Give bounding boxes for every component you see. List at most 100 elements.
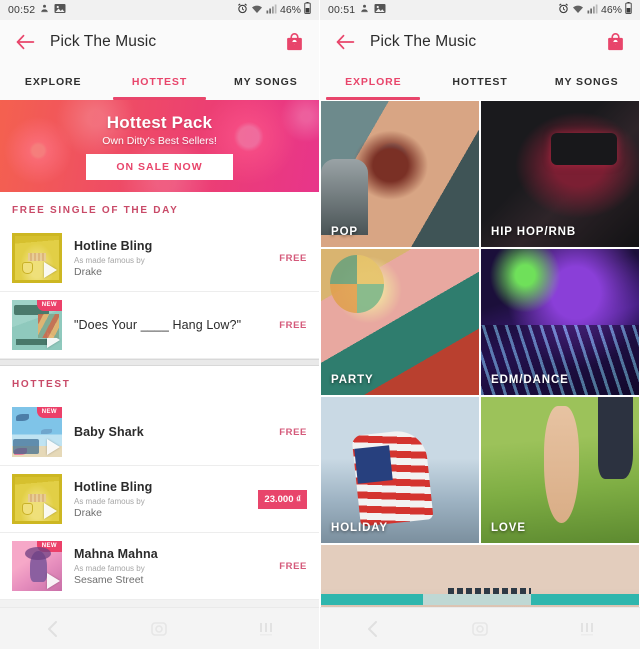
song-artist: Sesame Street: [74, 573, 144, 586]
recents-nav-icon[interactable]: [213, 621, 319, 637]
song-thumbnail: NEW: [12, 407, 62, 457]
home-nav-icon[interactable]: [106, 621, 212, 637]
list-item[interactable]: NEW "Does Your ____ Hang Low?" FREE: [0, 292, 319, 359]
category-tile-partial[interactable]: [320, 544, 640, 607]
category-grid: POP HIP HOP/RNB PARTY EDM/DANCE HOLIDAY …: [320, 100, 640, 607]
song-thumbnail: NEW: [12, 300, 62, 350]
promo-banner[interactable]: Hottest Pack Own Ditty's Best Sellers! O…: [0, 100, 319, 192]
signal-icon: [266, 1, 277, 19]
song-famous-by: As made famous by: [74, 255, 145, 265]
app-bar: Pick The Music: [0, 20, 319, 64]
tab-explore[interactable]: EXPLORE: [0, 64, 106, 100]
new-badge: NEW: [36, 300, 62, 311]
system-nav-bar: [320, 607, 640, 649]
category-label: HIP HOP/RNB: [491, 226, 577, 238]
play-icon: [47, 439, 60, 455]
play-icon: [47, 573, 60, 589]
list-item[interactable]: Hotline Bling As made famous by Drake 23…: [0, 466, 319, 533]
list-item[interactable]: NEW Mahna Mahna As made famous by Sesame…: [0, 533, 319, 600]
song-thumbnail: [12, 474, 62, 524]
wifi-icon: [251, 1, 263, 19]
category-tile-hip-hop-rnb[interactable]: HIP HOP/RNB: [480, 100, 640, 248]
song-thumbnail: [12, 233, 62, 283]
banner-subtitle: Own Ditty's Best Sellers!: [102, 134, 217, 147]
play-icon: [44, 262, 57, 278]
status-bar-left: 00:52: [8, 1, 66, 19]
song-title: Mahna Mahna: [74, 546, 158, 561]
category-tile-love[interactable]: LOVE: [480, 396, 640, 544]
tab-my-songs[interactable]: MY SONGS: [213, 64, 319, 100]
status-bar-right: 46%: [558, 1, 632, 19]
signal-icon: [587, 1, 598, 19]
song-price-badge[interactable]: 23.000 ₫: [258, 489, 307, 509]
status-bar-left: 00:51: [328, 1, 386, 19]
song-title: Hotline Bling: [74, 479, 153, 494]
free-single-list: Hotline Bling As made famous by Drake FR…: [0, 225, 319, 359]
song-price: FREE: [279, 560, 307, 572]
recents-nav-icon[interactable]: [533, 621, 640, 637]
banner-title: Hottest Pack: [106, 112, 213, 132]
new-badge: NEW: [36, 541, 62, 552]
shopping-bag-icon[interactable]: [283, 31, 305, 53]
status-bar: 00:51 46%: [320, 0, 640, 20]
song-artist: Drake: [74, 506, 103, 519]
new-badge: NEW: [36, 407, 62, 418]
section-heading-hottest: HOTTEST: [0, 366, 319, 399]
section-heading-free-single: FREE SINGLE OF THE DAY: [0, 192, 319, 225]
song-meta: Baby Shark: [62, 425, 273, 439]
song-artist: Drake: [74, 265, 103, 278]
category-label: HOLIDAY: [331, 522, 388, 534]
category-label: POP: [331, 226, 358, 238]
alarm-icon: [237, 1, 248, 19]
list-item[interactable]: NEW Baby Shark FREE: [0, 399, 319, 466]
song-price: FREE: [279, 426, 307, 438]
wifi-icon: [572, 1, 584, 19]
page-title: Pick The Music: [370, 33, 477, 50]
on-sale-now-button[interactable]: ON SALE NOW: [86, 153, 233, 180]
system-nav-bar: [0, 607, 319, 649]
hottest-list: NEW Baby Shark FREE Hotline Bling As mad…: [0, 399, 319, 600]
tab-bar: EXPLORE HOTTEST MY SONGS: [0, 64, 319, 100]
category-label: EDM/DANCE: [491, 374, 569, 386]
tab-explore[interactable]: EXPLORE: [320, 64, 427, 100]
song-meta: "Does Your ____ Hang Low?": [62, 318, 273, 332]
song-meta: Hotline Bling As made famous by Drake: [62, 480, 258, 519]
category-label: LOVE: [491, 522, 526, 534]
status-bar: 00:52 46%: [0, 0, 319, 20]
song-title: "Does Your ____ Hang Low?": [74, 318, 242, 332]
hottest-content: Hottest Pack Own Ditty's Best Sellers! O…: [0, 100, 319, 607]
status-time: 00:52: [8, 4, 36, 16]
gallery-icon: [54, 1, 66, 19]
category-tile-pop[interactable]: POP: [320, 100, 480, 248]
category-tile-holiday[interactable]: HOLIDAY: [320, 396, 480, 544]
back-nav-icon[interactable]: [320, 620, 427, 637]
page-title: Pick The Music: [50, 33, 157, 50]
tab-hottest[interactable]: HOTTEST: [427, 64, 534, 100]
battery-percent: 46%: [600, 4, 622, 16]
shopping-bag-icon[interactable]: [604, 31, 626, 53]
battery-icon: [625, 1, 632, 19]
tab-my-songs[interactable]: MY SONGS: [533, 64, 640, 100]
battery-icon: [304, 1, 311, 19]
app-bar: Pick The Music: [320, 20, 640, 64]
category-tile-edm-dance[interactable]: EDM/DANCE: [480, 248, 640, 396]
back-nav-icon[interactable]: [0, 620, 106, 637]
song-title: Baby Shark: [74, 425, 144, 439]
home-nav-icon[interactable]: [427, 621, 534, 637]
back-arrow-icon[interactable]: [14, 31, 36, 53]
song-thumbnail: NEW: [12, 541, 62, 591]
screenshot-root: 00:52 46% Pick The Music EXPLORE HOTTEST…: [0, 0, 640, 649]
back-arrow-icon[interactable]: [334, 31, 356, 53]
list-item[interactable]: Hotline Bling As made famous by Drake FR…: [0, 225, 319, 292]
song-famous-by: As made famous by: [74, 496, 145, 506]
category-tile-party[interactable]: PARTY: [320, 248, 480, 396]
battery-percent: 46%: [279, 4, 301, 16]
song-famous-by: As made famous by: [74, 563, 145, 573]
play-icon: [47, 332, 60, 348]
status-time: 00:51: [328, 4, 356, 16]
tab-hottest[interactable]: HOTTEST: [106, 64, 212, 100]
song-meta: Mahna Mahna As made famous by Sesame Str…: [62, 547, 273, 586]
tab-bar: EXPLORE HOTTEST MY SONGS: [320, 64, 640, 100]
play-icon: [44, 503, 57, 519]
category-label: PARTY: [331, 374, 374, 386]
